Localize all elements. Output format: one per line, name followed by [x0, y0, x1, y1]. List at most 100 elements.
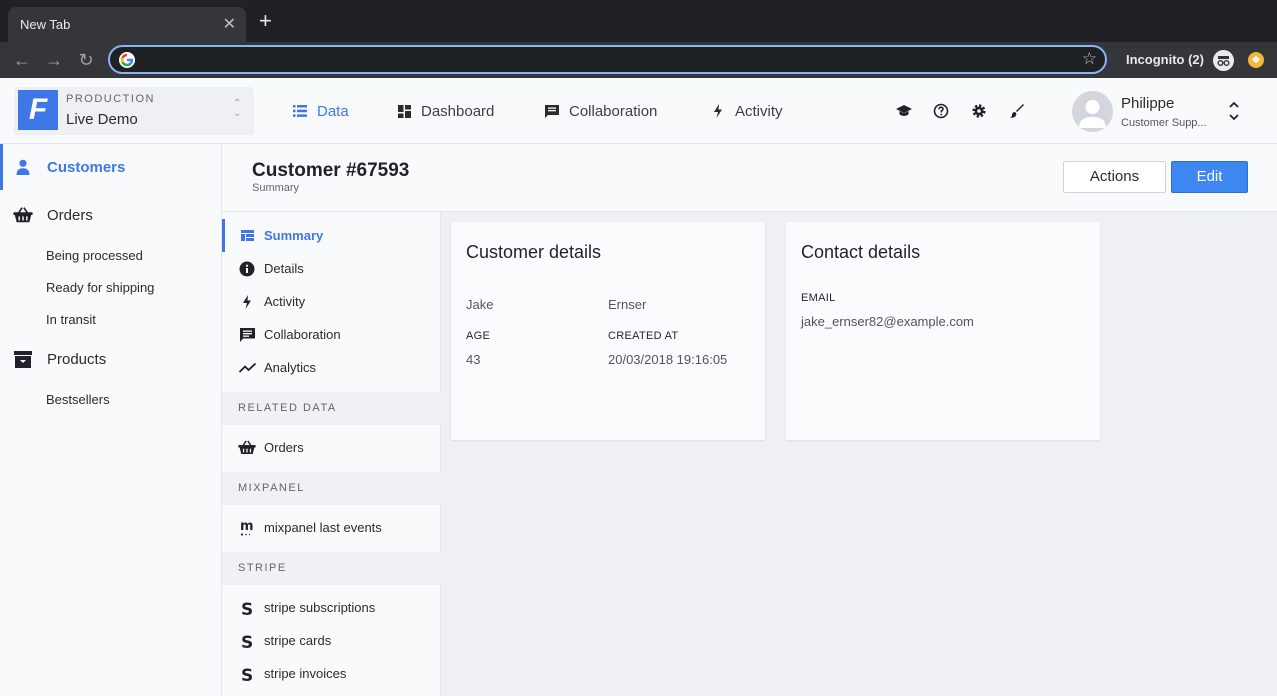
- back-arrow-icon[interactable]: ←: [10, 48, 34, 72]
- project-switcher[interactable]: F PRODUCTION Live Demo ⌃ ⌄: [14, 87, 254, 135]
- subnav-item-label: stripe invoices: [264, 666, 347, 681]
- email-label: EMAIL: [801, 292, 836, 304]
- section-header-stripe: STRIPE: [222, 552, 441, 585]
- extension-icon[interactable]: ◆: [1248, 52, 1264, 68]
- subnav-item-label: stripe cards: [264, 633, 332, 648]
- nav-dashboard-label: Dashboard: [421, 102, 495, 120]
- forest-admin-logo: F: [18, 90, 58, 130]
- subnav-item-label: Analytics: [264, 360, 317, 375]
- customer-details-card: Customer details Jake Ernser AGE CREATED…: [451, 222, 765, 440]
- sidebar-item-products[interactable]: Products: [0, 336, 222, 382]
- created-at-value: 20/03/2018 19:16:05: [608, 352, 728, 367]
- sidebar-item-orders[interactable]: Orders: [0, 192, 222, 238]
- record-subnav: Summary Details Activity Collaboration A…: [222, 212, 441, 696]
- first-name-value: Jake: [466, 297, 494, 312]
- app-header: F PRODUCTION Live Demo ⌃ ⌄ Data Dashboard…: [0, 78, 1277, 144]
- svg-text:m: m: [240, 520, 254, 534]
- gear-icon[interactable]: [971, 103, 987, 119]
- project-environment: PRODUCTION: [66, 93, 155, 105]
- nav-activity-label: Activity: [735, 102, 783, 120]
- page-header: Customer #67593 Summary Actions Edit: [222, 144, 1277, 212]
- browser-tab[interactable]: New Tab ✕: [8, 7, 246, 42]
- chevron-up-down-icon: ⌃ ⌄: [233, 98, 242, 119]
- list-icon: [293, 104, 307, 118]
- close-tab-icon[interactable]: ✕: [223, 14, 236, 34]
- age-label: AGE: [466, 330, 491, 342]
- subnav-item-label: Details: [264, 261, 304, 276]
- section-header-mixpanel: MIXPANEL: [222, 472, 441, 505]
- nav-dashboard[interactable]: Dashboard: [397, 78, 494, 144]
- trend-line-icon: [238, 359, 256, 377]
- subnav-item-label: Activity: [264, 294, 306, 309]
- subnav-item-stripe-invoices[interactable]: S stripe invoices: [222, 657, 441, 690]
- chat-icon: [545, 104, 559, 118]
- subnav-item-mixpanel-last-events[interactable]: m mixpanel last events: [222, 511, 441, 544]
- stripe-logo-icon: S: [238, 632, 256, 650]
- new-tab-icon[interactable]: +: [259, 10, 272, 32]
- sidebar-item-label: Customers: [47, 158, 126, 176]
- subnav-item-activity[interactable]: Activity: [222, 285, 441, 318]
- sidebar-item-customers[interactable]: Customers: [0, 144, 222, 190]
- edit-button[interactable]: Edit: [1171, 161, 1248, 193]
- chevron-up-down-icon[interactable]: [1228, 100, 1240, 125]
- chat-icon: [238, 326, 256, 344]
- svg-text:S: S: [241, 633, 253, 649]
- person-icon: [13, 157, 33, 177]
- main-sidebar: Customers Orders Being processed Ready f…: [0, 144, 222, 696]
- nav-collaboration[interactable]: Collaboration: [545, 78, 657, 144]
- basket-icon: [13, 205, 33, 225]
- subnav-item-label: Summary: [264, 228, 324, 243]
- bookmark-star-icon[interactable]: ☆: [1082, 49, 1097, 69]
- subnav-item-label: Collaboration: [264, 327, 341, 342]
- stripe-logo-icon: S: [238, 665, 256, 683]
- subnav-item-details[interactable]: Details: [222, 252, 441, 285]
- summary-icon: [238, 227, 256, 245]
- svg-text:S: S: [241, 666, 253, 682]
- summary-content: Customer details Jake Ernser AGE CREATED…: [441, 212, 1277, 696]
- sidebar-subitem-ready-for-shipping[interactable]: Ready for shipping: [46, 280, 154, 295]
- email-value: jake_ernser82@example.com: [801, 314, 974, 329]
- browser-tab-strip: New Tab ✕ +: [0, 0, 1277, 42]
- info-icon: [238, 260, 256, 278]
- forward-arrow-icon[interactable]: →: [42, 48, 66, 72]
- sidebar-subitem-in-transit[interactable]: In transit: [46, 312, 96, 327]
- subnav-item-analytics[interactable]: Analytics: [222, 351, 441, 384]
- user-role[interactable]: Customer Supp...: [1121, 117, 1207, 129]
- user-name[interactable]: Philippe: [1121, 95, 1174, 112]
- nav-activity[interactable]: Activity: [711, 78, 783, 144]
- tab-title: New Tab: [20, 17, 71, 32]
- sidebar-subitem-bestsellers[interactable]: Bestsellers: [46, 392, 110, 407]
- page-title: Customer #67593: [252, 160, 410, 181]
- project-name: Live Demo: [66, 111, 138, 128]
- help-circle-icon[interactable]: [933, 103, 949, 119]
- subnav-item-label: stripe subscriptions: [264, 600, 376, 615]
- subnav-item-label: mixpanel last events: [264, 520, 382, 535]
- sidebar-item-label: Products: [47, 350, 107, 368]
- card-title: Customer details: [466, 242, 602, 262]
- address-bar[interactable]: ☆: [108, 45, 1107, 74]
- bolt-icon: [711, 104, 725, 118]
- sidebar-subitem-being-processed[interactable]: Being processed: [46, 248, 143, 263]
- reload-icon[interactable]: ↻: [74, 48, 98, 72]
- avatar[interactable]: [1072, 91, 1113, 132]
- mixpanel-logo-icon: m: [238, 519, 256, 537]
- subnav-item-stripe-subscriptions[interactable]: S stripe subscriptions: [222, 591, 441, 624]
- google-logo-icon: [119, 52, 135, 68]
- stripe-logo-icon: S: [238, 599, 256, 617]
- subnav-item-stripe-cards[interactable]: S stripe cards: [222, 624, 441, 657]
- page-subtitle: Summary: [252, 182, 300, 194]
- graduation-cap-icon[interactable]: [896, 103, 912, 119]
- nav-data[interactable]: Data: [293, 78, 349, 144]
- subnav-item-collaboration[interactable]: Collaboration: [222, 318, 441, 351]
- incognito-label: Incognito (2): [1126, 52, 1204, 67]
- age-value: 43: [466, 352, 481, 367]
- subnav-item-label: Orders: [264, 440, 304, 455]
- contact-details-card: Contact details EMAIL jake_ernser82@exam…: [786, 222, 1100, 440]
- svg-text:S: S: [241, 600, 253, 616]
- actions-button[interactable]: Actions: [1063, 161, 1166, 193]
- subnav-item-orders[interactable]: Orders: [222, 431, 441, 464]
- brush-icon[interactable]: [1009, 103, 1025, 119]
- created-at-label: CREATED AT: [608, 330, 679, 342]
- subnav-item-summary[interactable]: Summary: [222, 219, 441, 252]
- incognito-icon[interactable]: [1213, 50, 1234, 71]
